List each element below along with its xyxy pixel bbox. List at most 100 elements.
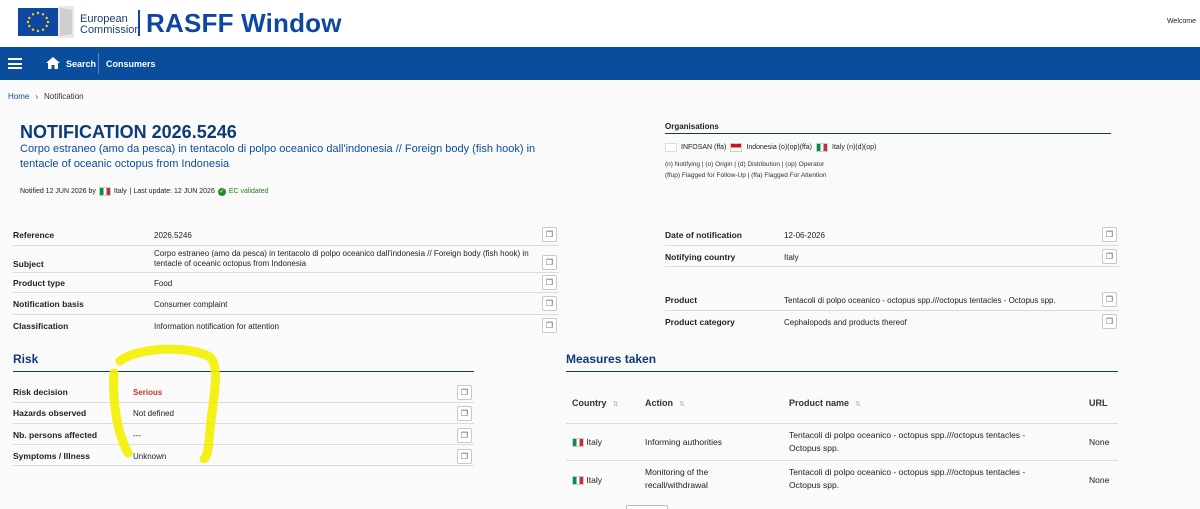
detail-row-product-type: Product type Food ❐ [13,273,559,293]
detail-label: Product [665,295,698,305]
risk-row-persons: Nb. persons affected --- ❐ [13,424,474,445]
organisations-divider [665,133,1111,134]
table-cell-url: None [1089,437,1110,447]
detail-label: Subject [13,259,44,269]
copy-icon[interactable]: ❐ [542,255,557,270]
col-label: Product name [789,398,850,408]
detail-row-classification: Classification Information notification … [13,315,559,337]
risk-label: Symptoms / Illness [13,451,90,461]
copy-icon[interactable]: ❐ [457,406,472,421]
table-cell-country: Italy [572,436,602,449]
detail-value: 2026.5246 [154,231,192,240]
table-cell-action: Monitoring of the recall/withdrawal [645,467,709,490]
sort-icon[interactable]: ⇅ [613,401,619,408]
risk-table: Risk decision Serious ❐ Hazards observed… [13,382,474,466]
table-divider [566,460,1118,461]
detail-label: Classification [13,321,69,331]
ec-logo-icon[interactable] [18,4,76,40]
organisations-title: Organisations [665,122,719,131]
app-title: RASFF Window [146,8,342,38]
copy-icon[interactable]: ❐ [457,428,472,443]
country-text: Italy [586,475,602,485]
indonesia-flag-icon [730,143,743,152]
col-label: Action [645,398,673,408]
detail-row-notification-basis: Notification basis Consumer complaint ❐ [13,293,559,315]
nav-divider [98,53,99,74]
copy-icon[interactable]: ❐ [542,296,557,311]
detail-value: Italy [784,253,799,262]
details-right-table: Date of notification 12-06-2026 ❐ Notify… [665,225,1119,267]
hamburger-icon[interactable] [8,58,22,69]
details-right-product-table: Product Tentacoli di polpo oceanico - oc… [665,290,1119,332]
risk-section-title: Risk [13,352,39,366]
pagination-control[interactable] [626,505,668,509]
detail-value: Consumer complaint [154,300,228,309]
page-title: NOTIFICATION 2026.5246 [20,122,237,142]
risk-row-hazards: Hazards observed Not defined ❐ [13,403,474,424]
ec-wordmark: European Commission [80,14,141,36]
legend-line-2: (ffup) Flagged for Follow-Up | (ffa) Fla… [665,172,827,179]
organisations-legend: (n) Notifying | (o) Origin | (d) Distrib… [665,159,827,181]
measures-divider [566,371,1118,372]
table-cell-product: Tentacoli di polpo oceanico - octopus sp… [789,430,1026,453]
detail-value: Tentacoli di polpo oceanico - octopus sp… [784,296,1056,305]
italy-flag-icon [98,187,111,196]
country-text: Italy [586,437,602,447]
chevron-right-icon: › [35,92,39,101]
copy-icon[interactable]: ❐ [542,318,557,333]
nav-search-link[interactable]: Search [66,59,96,69]
col-product-header[interactable]: Product name ⇅ [789,398,861,408]
col-country-header[interactable]: Country ⇅ [572,398,618,408]
detail-row-subject: Subject Corpo estraneo (amo da pesca) in… [13,246,559,273]
infosan-flag-icon [665,143,677,152]
copy-icon[interactable]: ❐ [542,227,557,242]
notified-country: Italy [113,188,127,195]
detail-row-product-category: Product category Cephalopods and product… [665,311,1119,332]
detail-label: Product type [13,278,65,288]
detail-label: Notifying country [665,252,736,262]
nav-consumers-link[interactable]: Consumers [106,59,156,69]
sort-icon[interactable]: ⇅ [855,401,861,408]
detail-value: Food [154,279,173,288]
home-icon[interactable] [45,56,61,70]
risk-row-decision: Risk decision Serious ❐ [13,382,474,403]
detail-value: Corpo estraneo (amo da pesca) in tentaco… [154,249,529,268]
copy-icon[interactable]: ❐ [1102,314,1117,329]
risk-label: Risk decision [13,387,68,397]
col-label: URL [1089,398,1108,408]
copy-icon[interactable]: ❐ [1102,249,1117,264]
table-cell-action: Informing authorities [645,437,723,447]
italy-flag-icon [572,476,584,486]
sort-icon[interactable]: ⇅ [679,401,685,408]
detail-label: Product category [665,317,735,327]
yellow-highlight-annotation [109,344,220,463]
notification-meta: Notified 12 JUN 2026 by Italy | Last upd… [20,187,269,196]
breadcrumb-home[interactable]: Home [8,92,29,101]
check-icon: ✓ [217,187,226,196]
copy-icon[interactable]: ❐ [542,275,557,290]
copy-icon[interactable]: ❐ [457,449,472,464]
org-italy: Italy (n)(d)(op) [832,144,877,151]
italy-flag-icon [816,143,829,152]
detail-row-date: Date of notification 12-06-2026 ❐ [665,225,1119,246]
col-action-header[interactable]: Action ⇅ [645,398,685,408]
copy-icon[interactable]: ❐ [1102,292,1117,307]
copy-icon[interactable]: ❐ [457,385,472,400]
table-cell-product: Tentacoli di polpo oceanico - octopus sp… [789,467,1026,490]
ec-validated-badge: EC validated [228,188,269,195]
table-cell-url: None [1089,475,1110,485]
details-left-table: Reference 2026.5246 ❐ Subject Corpo estr… [13,225,559,337]
org-indonesia: Indonesia (o)(op)(ffa) [746,144,813,151]
risk-label: Nb. persons affected [13,430,98,440]
table-divider [566,423,1118,424]
col-url-header: URL [1089,398,1108,408]
detail-label: Reference [13,230,55,240]
col-label: Country [572,398,607,408]
org-infosan: INFOSAN (ffa) [681,144,727,151]
italy-flag-icon [572,438,584,448]
risk-row-symptoms: Symptoms / Illness Unknown ❐ [13,445,474,466]
detail-value: 12-06-2026 [784,231,825,240]
detail-label: Notification basis [13,299,84,309]
copy-icon[interactable]: ❐ [1102,227,1117,242]
table-cell-country: Italy [572,474,602,487]
